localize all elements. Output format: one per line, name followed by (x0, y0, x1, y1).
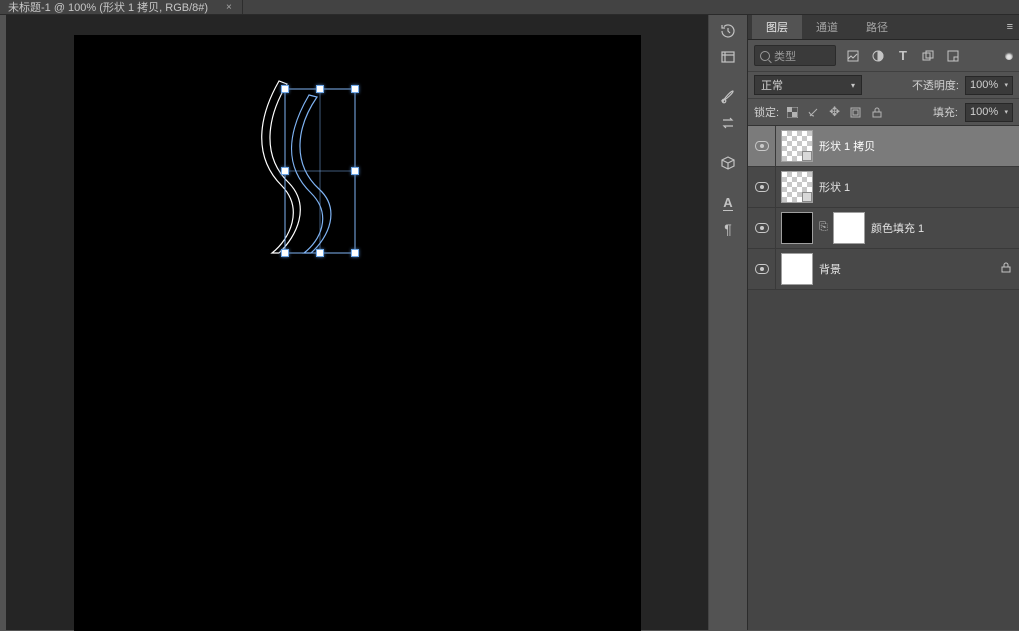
filter-type-input[interactable]: 类型 (754, 45, 836, 66)
filter-toggle[interactable] (1005, 52, 1013, 60)
collapsed-panel-dock: A ¶ (708, 15, 747, 630)
layer-thumbnail[interactable] (781, 253, 813, 285)
chevron-down-icon: ▾ (851, 81, 855, 90)
blend-mode-select[interactable]: 正常 ▾ (754, 75, 862, 95)
lock-fill-row: 锁定: ✥ 填充: 100% ▾ (748, 99, 1019, 126)
filter-pixel-icon[interactable] (846, 49, 860, 63)
paragraph-icon[interactable]: ¶ (716, 217, 740, 241)
lock-image-icon[interactable] (807, 106, 820, 119)
filter-adjustment-icon[interactable] (871, 49, 885, 63)
visibility-toggle[interactable] (748, 208, 776, 248)
character-icon[interactable]: A (716, 191, 740, 215)
chevron-down-icon: ▾ (1004, 108, 1008, 116)
history-icon[interactable] (716, 19, 740, 43)
tab-channels[interactable]: 通道 (802, 15, 852, 39)
document-tab[interactable]: 未标题-1 @ 100% (形状 1 拷贝, RGB/8#) × (0, 0, 243, 14)
canvas-area[interactable] (6, 15, 708, 630)
transform-handle[interactable] (316, 85, 324, 93)
eye-icon (755, 141, 769, 151)
layer-name[interactable]: 背景 (819, 261, 995, 277)
layer-row[interactable]: 形状 1 (748, 167, 1019, 208)
panel-menu-icon[interactable]: ≡ (1001, 21, 1019, 33)
layer-mask-thumbnail[interactable] (833, 212, 865, 244)
transform-bounding-box[interactable] (285, 89, 355, 253)
main-area: A ¶ 图层 通道 路径 ≡ 类型 T (0, 15, 1019, 630)
lock-transparent-icon[interactable] (786, 106, 799, 119)
brush-presets-icon[interactable] (716, 85, 740, 109)
transform-handle[interactable] (281, 249, 289, 257)
visibility-toggle[interactable] (748, 167, 776, 207)
swap-icon[interactable] (716, 111, 740, 135)
layer-thumbnail[interactable] (781, 212, 813, 244)
fill-value: 100% (970, 106, 998, 118)
eye-icon (755, 264, 769, 274)
layer-row[interactable]: 背景 (748, 249, 1019, 290)
panel-tab-bar: 图层 通道 路径 ≡ (748, 15, 1019, 40)
transform-handle[interactable] (351, 249, 359, 257)
layer-thumbnail[interactable] (781, 130, 813, 162)
lock-icon (1001, 262, 1011, 276)
opacity-input[interactable]: 100% ▾ (965, 76, 1013, 95)
document-tab-bar: 未标题-1 @ 100% (形状 1 拷贝, RGB/8#) × (0, 0, 1019, 15)
fill-label: 填充: (933, 104, 958, 120)
cube-icon[interactable] (716, 151, 740, 175)
lock-label: 锁定: (754, 104, 779, 120)
eye-icon (755, 182, 769, 192)
layer-name[interactable]: 颜色填充 1 (871, 220, 1019, 236)
layer-list: 形状 1 拷贝 形状 1 ⎘ 颜色填充 1 (748, 126, 1019, 630)
lock-all-icon[interactable] (870, 106, 883, 119)
document-tab-title: 未标题-1 @ 100% (形状 1 拷贝, RGB/8#) (8, 0, 208, 15)
layer-row[interactable]: ⎘ 颜色填充 1 (748, 208, 1019, 249)
tab-layers[interactable]: 图层 (752, 15, 802, 39)
filter-shape-icon[interactable] (921, 49, 935, 63)
chevron-down-icon: ▾ (1004, 81, 1008, 89)
link-icon[interactable]: ⎘ (819, 221, 827, 235)
layers-panel: 图层 通道 路径 ≡ 类型 T 正常 ▾ (747, 15, 1019, 630)
layer-row[interactable]: 形状 1 拷贝 (748, 126, 1019, 167)
opacity-value: 100% (970, 79, 998, 91)
opacity-label: 不透明度: (912, 77, 959, 93)
layer-name[interactable]: 形状 1 (819, 179, 1019, 195)
filter-smartobject-icon[interactable] (946, 49, 960, 63)
transform-handle[interactable] (316, 249, 324, 257)
filter-placeholder: 类型 (774, 48, 796, 64)
visibility-toggle[interactable] (748, 249, 776, 289)
blend-opacity-row: 正常 ▾ 不透明度: 100% ▾ (748, 72, 1019, 99)
fill-input[interactable]: 100% ▾ (965, 103, 1013, 122)
transform-handle[interactable] (281, 85, 289, 93)
transform-handle[interactable] (281, 167, 289, 175)
layer-filter-row: 类型 T (748, 40, 1019, 72)
layer-thumbnail[interactable] (781, 171, 813, 203)
close-icon[interactable]: × (226, 2, 232, 13)
eye-icon (755, 223, 769, 233)
transform-handle[interactable] (351, 167, 359, 175)
properties-icon[interactable] (716, 45, 740, 69)
filter-text-icon[interactable]: T (896, 49, 910, 63)
blend-mode-value: 正常 (761, 77, 783, 93)
transform-handle[interactable] (351, 85, 359, 93)
visibility-toggle[interactable] (748, 126, 776, 166)
canvas[interactable] (74, 35, 641, 631)
layer-name[interactable]: 形状 1 拷贝 (819, 138, 1019, 154)
search-icon (760, 51, 770, 61)
tab-paths[interactable]: 路径 (852, 15, 902, 39)
lock-artboard-icon[interactable] (849, 106, 862, 119)
lock-position-icon[interactable]: ✥ (828, 106, 841, 119)
